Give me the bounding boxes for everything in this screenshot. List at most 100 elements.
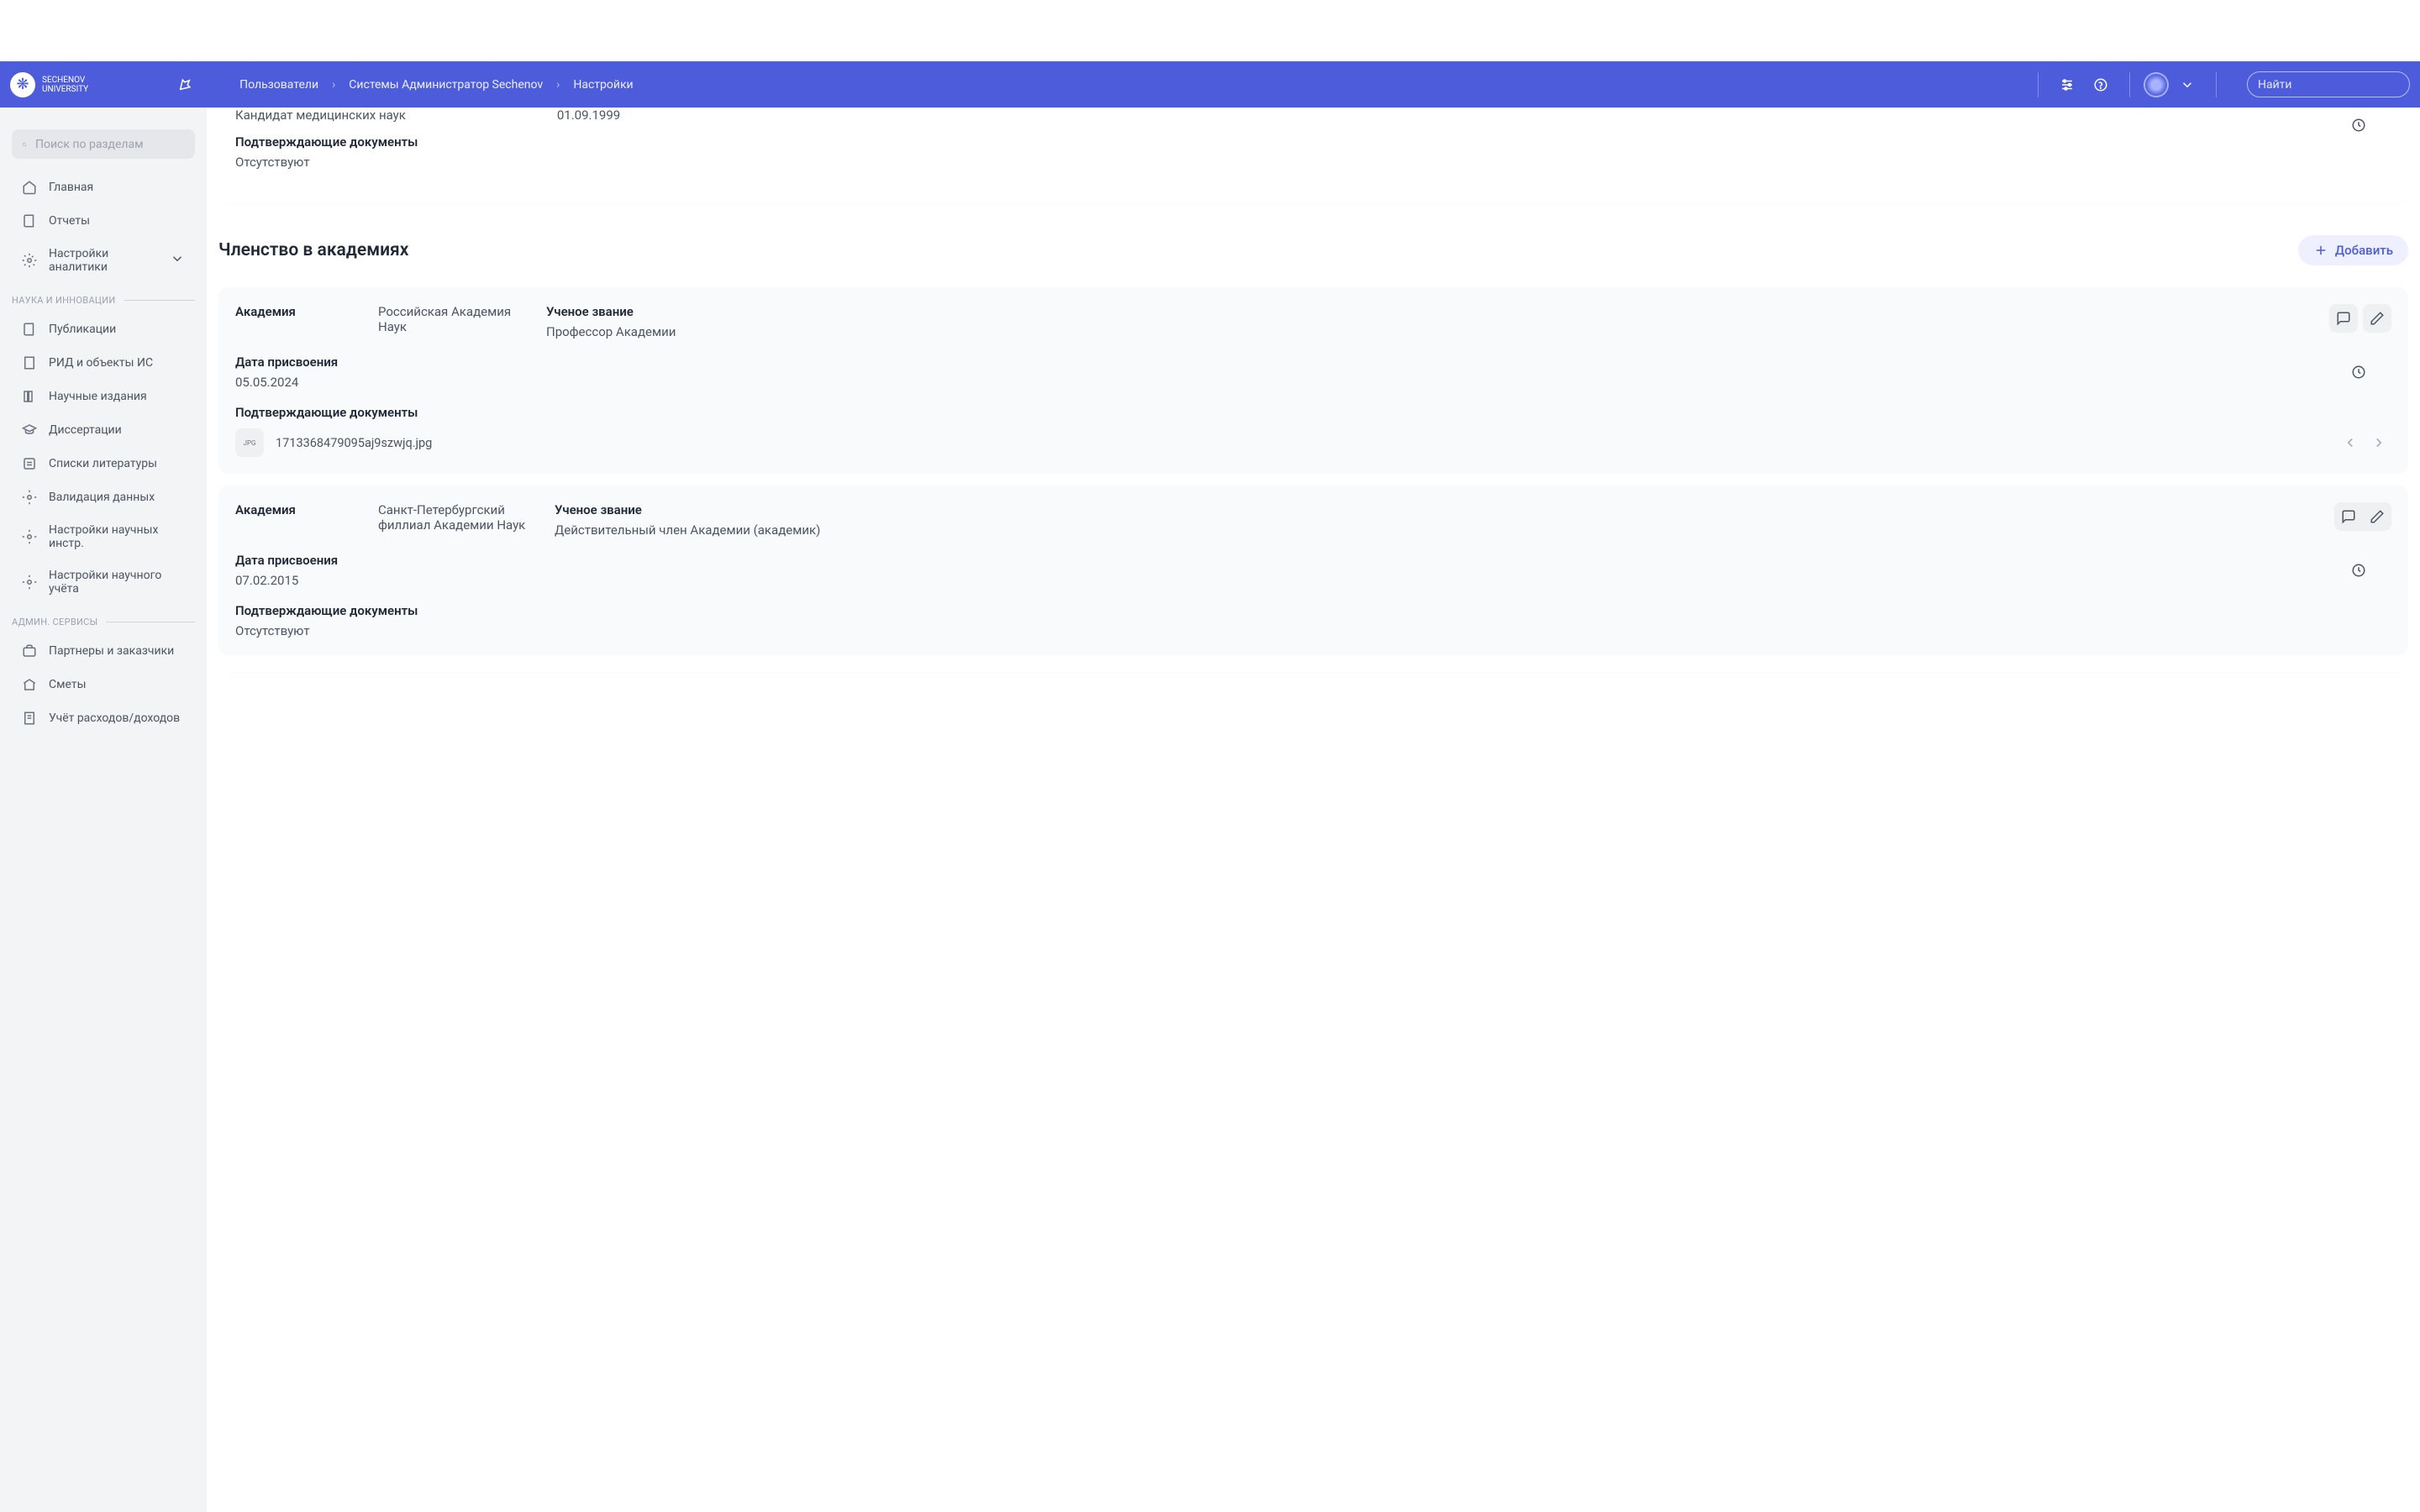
sidebar-item-label: Научные издания xyxy=(49,390,147,403)
date-label: Дата присвоения xyxy=(235,354,2391,370)
add-button[interactable]: Добавить xyxy=(2298,235,2408,265)
membership-entry: Академия Российская Академия Наук Ученое… xyxy=(218,287,2408,474)
rank-value: Профессор Академии xyxy=(546,324,2391,339)
home-icon xyxy=(22,180,37,195)
membership-entry: Академия Санкт-Петербургский филлиал Ака… xyxy=(218,486,2408,655)
sidebar-item-label: Публикации xyxy=(49,323,116,336)
sidebar-item-lit-lists[interactable]: Списки литературы xyxy=(12,447,195,480)
sidebar-item-label: Настройки аналитики xyxy=(49,247,158,274)
sidebar-search-input[interactable] xyxy=(35,138,185,151)
comment-button[interactable] xyxy=(2329,304,2358,333)
header-right xyxy=(2028,70,2410,100)
plus-icon xyxy=(2313,243,2328,258)
global-search-input[interactable] xyxy=(2258,78,2407,92)
gear-icon xyxy=(22,253,37,268)
logo[interactable]: ❋ SECHENOV UNIVERSITY xyxy=(10,72,88,97)
receipt-icon xyxy=(22,711,37,726)
jpg-file-icon: JPG xyxy=(235,428,264,457)
edit-button[interactable] xyxy=(2363,304,2391,333)
sidebar-item-label: Сметы xyxy=(49,678,86,691)
sidebar-item-expense-income[interactable]: Учёт расходов/доходов xyxy=(12,701,195,735)
sidebar-item-label: Списки литературы xyxy=(49,457,157,470)
sidebar-item-rid[interactable]: РИД и объекты ИС xyxy=(12,346,195,380)
logo-text-1: SECHENOV xyxy=(42,76,88,85)
sidebar-item-estimates[interactable]: Сметы xyxy=(12,668,195,701)
sidebar-item-label: Настройки научных инстр. xyxy=(49,523,185,550)
divider xyxy=(2129,72,2130,97)
next-doc-button[interactable] xyxy=(2366,430,2391,455)
docs-label: Подтверждающие документы xyxy=(235,603,2391,618)
history-icon[interactable] xyxy=(2346,360,2371,385)
sidebar-section-science: НАУКА И ИННОВАЦИИ xyxy=(12,283,195,312)
edit-button[interactable] xyxy=(2363,502,2391,531)
sidebar-item-label: Партнеры и заказчики xyxy=(49,644,174,658)
sidebar-section-admin: АДМИН. СЕРВИСЫ xyxy=(12,605,195,634)
sidebar-item-home[interactable]: Главная xyxy=(12,171,195,204)
gear-icon xyxy=(22,490,37,505)
degree-value: Кандидат медицинских наук xyxy=(235,108,406,123)
divider xyxy=(2216,72,2217,97)
doc-filename[interactable]: 1713368479095aj9szwjq.jpg xyxy=(276,436,432,450)
rank-label: Ученое звание xyxy=(546,304,2391,319)
docs-label: Подтверждающие документы xyxy=(235,405,2391,420)
bank-icon xyxy=(22,677,37,692)
sidebar-item-sci-editions[interactable]: Научные издания xyxy=(12,380,195,413)
search-icon xyxy=(22,137,27,152)
chevron-down-icon[interactable] xyxy=(2172,70,2202,100)
main-content: Кандидат медицинских наук 01.09.1999 Под… xyxy=(207,108,2420,1512)
logo-text-2: UNIVERSITY xyxy=(42,85,88,94)
logo-icon: ❋ xyxy=(10,72,35,97)
sidebar-item-label: Диссертации xyxy=(49,423,122,437)
date-value: 07.02.2015 xyxy=(235,573,2391,588)
sidebar-item-analytics-settings[interactable]: Настройки аналитики xyxy=(12,238,195,283)
sidebar-item-label: Валидация данных xyxy=(49,491,155,504)
settings-sliders-icon[interactable] xyxy=(2052,70,2082,100)
global-search[interactable] xyxy=(2247,71,2410,97)
breadcrumb-users[interactable]: Пользователи xyxy=(239,78,318,92)
academy-value: Санкт-Петербургский филлиал Академии Нау… xyxy=(378,502,538,533)
chevron-right-icon: › xyxy=(332,78,335,92)
academy-value: Российская Академия Наук xyxy=(378,304,529,334)
sidebar-item-label: Отчеты xyxy=(49,214,90,228)
rank-label: Ученое звание xyxy=(555,502,2391,517)
book-icon xyxy=(22,322,37,337)
comment-button[interactable] xyxy=(2334,502,2363,531)
docs-value: Отсутствуют xyxy=(235,155,2391,170)
help-icon[interactable] xyxy=(2086,70,2116,100)
sidebar-item-sci-instr-settings[interactable]: Настройки научных инстр. xyxy=(12,514,195,559)
sidebar-item-label: Настройки научного учёта xyxy=(49,569,185,596)
sidebar-item-reports[interactable]: Отчеты xyxy=(12,204,195,238)
card-academy-membership: Членство в академиях Добавить Академия Р… xyxy=(218,218,2408,672)
books-icon xyxy=(22,389,37,404)
list-icon xyxy=(22,456,37,471)
date-value: 05.05.2024 xyxy=(235,375,2391,390)
docs-label: Подтверждающие документы xyxy=(235,134,2391,150)
sidebar-item-label: Учёт расходов/доходов xyxy=(49,711,180,725)
sidebar-item-dissertations[interactable]: Диссертации xyxy=(12,413,195,447)
date-label: Дата присвоения xyxy=(235,553,2391,568)
sidebar-item-validation[interactable]: Валидация данных xyxy=(12,480,195,514)
sidebar-search[interactable] xyxy=(12,129,195,159)
pin-toggle-icon[interactable] xyxy=(172,72,197,97)
breadcrumb-admin[interactable]: Системы Администратор Sechenov xyxy=(349,78,543,92)
sidebar-item-partners[interactable]: Партнеры и заказчики xyxy=(12,634,195,668)
add-button-label: Добавить xyxy=(2335,243,2393,258)
degree-date: 01.09.1999 xyxy=(557,108,620,123)
academy-label: Академия xyxy=(235,502,361,517)
history-icon[interactable] xyxy=(2346,558,2371,583)
chevron-down-icon xyxy=(170,251,185,270)
history-icon[interactable] xyxy=(2346,113,2371,138)
academy-label: Академия xyxy=(235,304,361,319)
sidebar-item-publications[interactable]: Публикации xyxy=(12,312,195,346)
card-degree-partial: Кандидат медицинских наук 01.09.1999 Под… xyxy=(218,108,2408,203)
building-icon xyxy=(22,355,37,370)
top-header: ❋ SECHENOV UNIVERSITY Пользователи › Сис… xyxy=(0,61,2420,108)
sidebar-item-sci-accounting[interactable]: Настройки научного учёта xyxy=(12,559,195,605)
avatar[interactable] xyxy=(2144,72,2169,97)
prev-doc-button[interactable] xyxy=(2338,430,2363,455)
gear-icon xyxy=(22,529,37,544)
rank-value: Действительный член Академии (академик) xyxy=(555,522,2391,538)
sidebar-item-label: РИД и объекты ИС xyxy=(49,356,153,370)
breadcrumb-settings[interactable]: Настройки xyxy=(573,78,633,92)
docs-absent: Отсутствуют xyxy=(235,623,2391,638)
